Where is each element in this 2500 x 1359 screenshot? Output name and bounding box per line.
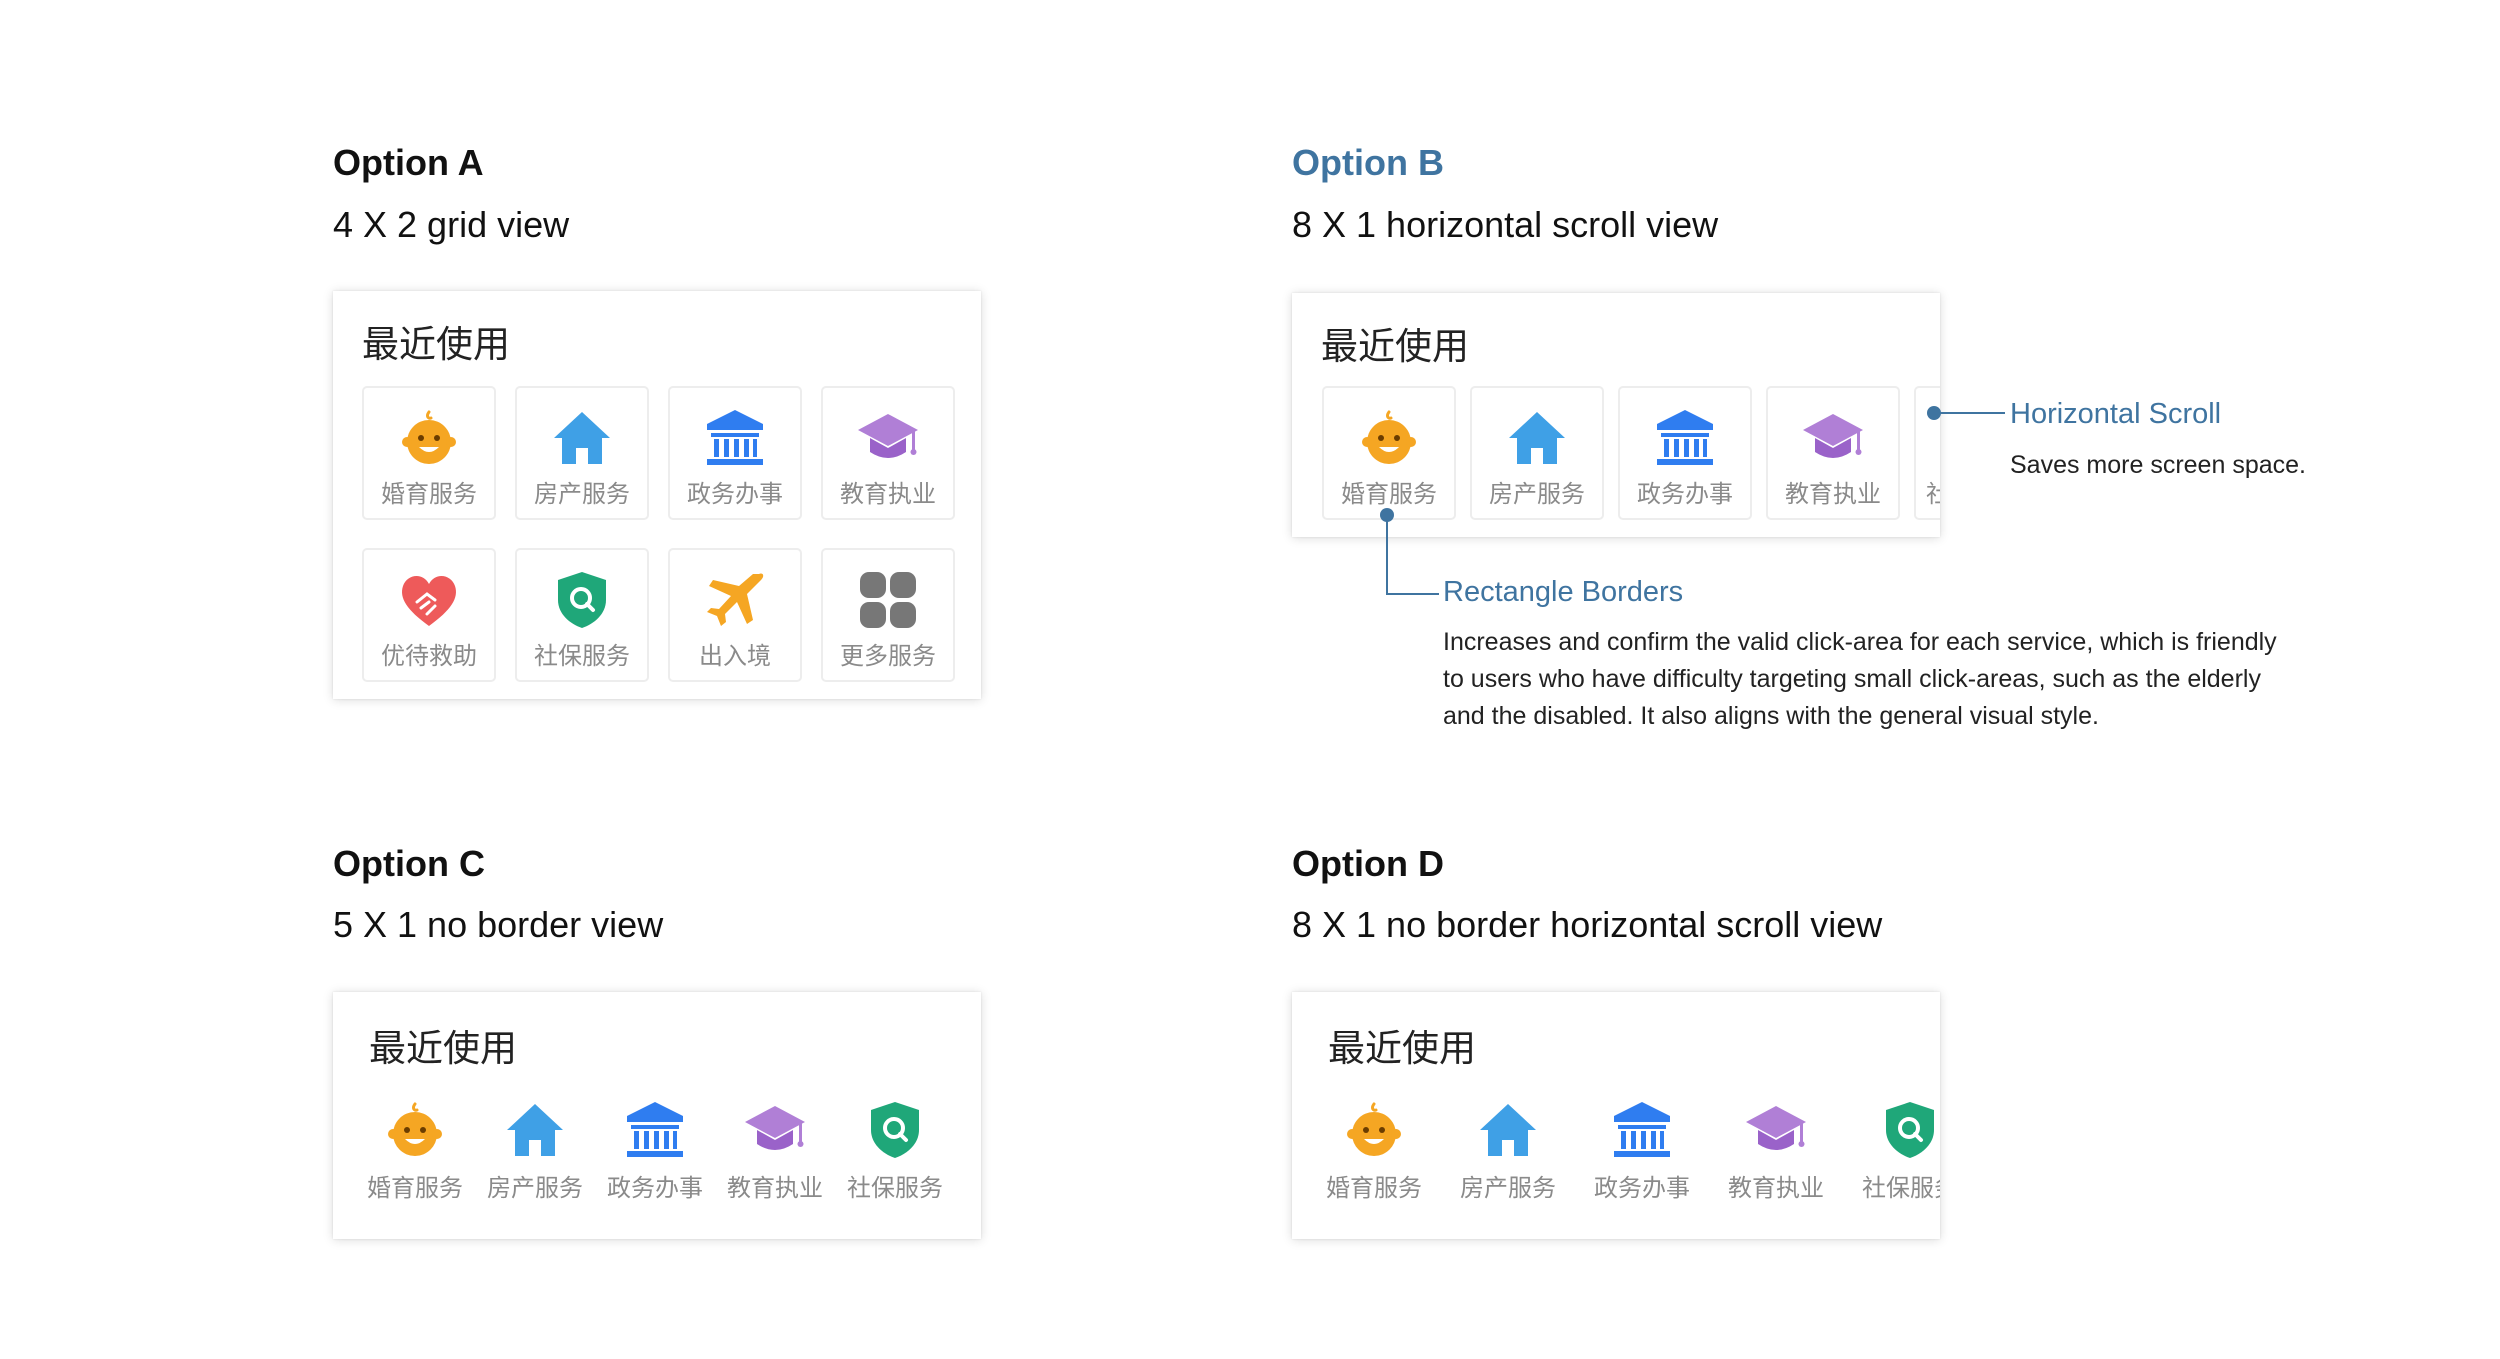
- service-label: 房产服务: [1489, 480, 1585, 508]
- service-label: 政务办事: [687, 480, 783, 508]
- service-item-social[interactable]: 社保服务: [835, 1092, 955, 1212]
- service-label: 房产服务: [1460, 1174, 1556, 1202]
- service-item-marriage[interactable]: 婚育服务: [355, 1092, 475, 1212]
- service-label: 政务办事: [607, 1174, 703, 1202]
- option-a-title: Option A: [333, 142, 484, 183]
- option-a-subtitle: 4 X 2 grid view: [333, 204, 570, 245]
- annotation-borders-title: Rectangle Borders: [1443, 576, 1684, 608]
- house-icon: [550, 406, 614, 470]
- service-label: 教育执业: [1785, 480, 1881, 508]
- option-c-card: 最近使用 婚育服务 房产服务 政务办事 教育执业 社保服务: [333, 992, 981, 1239]
- shield-search-icon: [863, 1098, 927, 1162]
- service-tile-housing[interactable]: 房产服务: [1470, 386, 1604, 520]
- option-b-title: Option B: [1292, 142, 1444, 183]
- service-label: 更多服务: [840, 642, 936, 670]
- service-tile-marriage[interactable]: 婚育服务: [362, 386, 496, 520]
- heart-handshake-icon: [397, 568, 461, 632]
- service-tile-more[interactable]: 更多服务: [821, 548, 955, 682]
- baby-icon: [1357, 406, 1421, 470]
- baby-icon: [1342, 1098, 1406, 1162]
- service-label: 婚育服务: [1326, 1174, 1422, 1202]
- option-b-subtitle: 8 X 1 horizontal scroll view: [1292, 204, 1719, 245]
- annotation-scroll-body: Saves more screen space.: [2010, 451, 2306, 479]
- service-label: 社: [1926, 480, 1940, 508]
- annotation-scroll-title: Horizontal Scroll: [2010, 398, 2222, 430]
- service-tile-housing[interactable]: 房产服务: [515, 386, 649, 520]
- service-item-government[interactable]: 政务办事: [1582, 1092, 1702, 1212]
- annotation-line-scroll: [1934, 412, 2005, 414]
- service-label: 优待救助: [381, 642, 477, 670]
- card-heading: 最近使用: [1328, 1027, 1476, 1070]
- option-b-card[interactable]: 最近使用 婚育服务 房产服务 政务办事 教育执业 社: [1292, 293, 1940, 537]
- graduation-cap-icon: [1744, 1098, 1808, 1162]
- service-tile-government[interactable]: 政务办事: [1618, 386, 1752, 520]
- service-label: 房产服务: [534, 480, 630, 508]
- service-label: 教育执业: [727, 1174, 823, 1202]
- government-building-icon: [1653, 406, 1717, 470]
- service-tile-marriage[interactable]: 婚育服务: [1322, 386, 1456, 520]
- service-item-education[interactable]: 教育执业: [715, 1092, 835, 1212]
- service-label: 房产服务: [487, 1174, 583, 1202]
- service-item-housing[interactable]: 房产服务: [475, 1092, 595, 1212]
- service-label: 婚育服务: [1341, 480, 1437, 508]
- service-label: 教育执业: [1728, 1174, 1824, 1202]
- annotation-line-borders-v: [1386, 514, 1388, 594]
- house-icon: [1476, 1098, 1540, 1162]
- service-item-education[interactable]: 教育执业: [1716, 1092, 1836, 1212]
- service-tile-education[interactable]: 教育执业: [1766, 386, 1900, 520]
- service-tile-travel[interactable]: 出入境: [668, 548, 802, 682]
- service-label: 社保服务: [1862, 1174, 1940, 1202]
- service-label: 社保服务: [847, 1174, 943, 1202]
- annotation-borders-body: Increases and confirm the valid click-ar…: [1443, 628, 2277, 730]
- government-building-icon: [623, 1098, 687, 1162]
- house-icon: [503, 1098, 567, 1162]
- service-tile-government[interactable]: 政务办事: [668, 386, 802, 520]
- option-d-title: Option D: [1292, 843, 1444, 884]
- service-tile-assistance[interactable]: 优待救助: [362, 548, 496, 682]
- service-label: 教育执业: [840, 480, 936, 508]
- service-item-government[interactable]: 政务办事: [595, 1092, 715, 1212]
- service-item-social-partial[interactable]: 社保服务: [1850, 1092, 1940, 1212]
- airplane-icon: [703, 568, 767, 632]
- card-heading: 最近使用: [362, 323, 510, 366]
- option-a-card: 最近使用 婚育服务 房产服务 政务办事 教育执业 优待救助 社保服务 出入境 更…: [333, 291, 981, 699]
- graduation-cap-icon: [1801, 406, 1865, 470]
- service-label: 婚育服务: [367, 1174, 463, 1202]
- shield-search-icon: [1878, 1098, 1940, 1162]
- baby-icon: [383, 1098, 447, 1162]
- government-building-icon: [1610, 1098, 1674, 1162]
- service-label: 婚育服务: [381, 480, 477, 508]
- shield-search-icon: [550, 568, 614, 632]
- annotation-line-borders-h: [1386, 593, 1439, 595]
- option-c-title: Option C: [333, 843, 485, 884]
- graduation-cap-icon: [856, 406, 920, 470]
- service-label: 政务办事: [1637, 480, 1733, 508]
- service-tile-social[interactable]: 社保服务: [515, 548, 649, 682]
- graduation-cap-icon: [743, 1098, 807, 1162]
- option-c-subtitle: 5 X 1 no border view: [333, 904, 664, 945]
- card-heading: 最近使用: [369, 1027, 517, 1070]
- service-label: 出入境: [699, 642, 771, 670]
- house-icon: [1505, 406, 1569, 470]
- grid-icon: [856, 568, 920, 632]
- service-label: 社保服务: [534, 642, 630, 670]
- government-building-icon: [703, 406, 767, 470]
- card-heading: 最近使用: [1321, 325, 1469, 368]
- baby-icon: [397, 406, 461, 470]
- service-tile-education[interactable]: 教育执业: [821, 386, 955, 520]
- service-item-marriage[interactable]: 婚育服务: [1314, 1092, 1434, 1212]
- service-label: 政务办事: [1594, 1174, 1690, 1202]
- option-d-card[interactable]: 最近使用 婚育服务 房产服务 政务办事 教育执业 社保服务: [1292, 992, 1940, 1239]
- service-item-housing[interactable]: 房产服务: [1448, 1092, 1568, 1212]
- option-d-subtitle: 8 X 1 no border horizontal scroll view: [1292, 904, 1883, 945]
